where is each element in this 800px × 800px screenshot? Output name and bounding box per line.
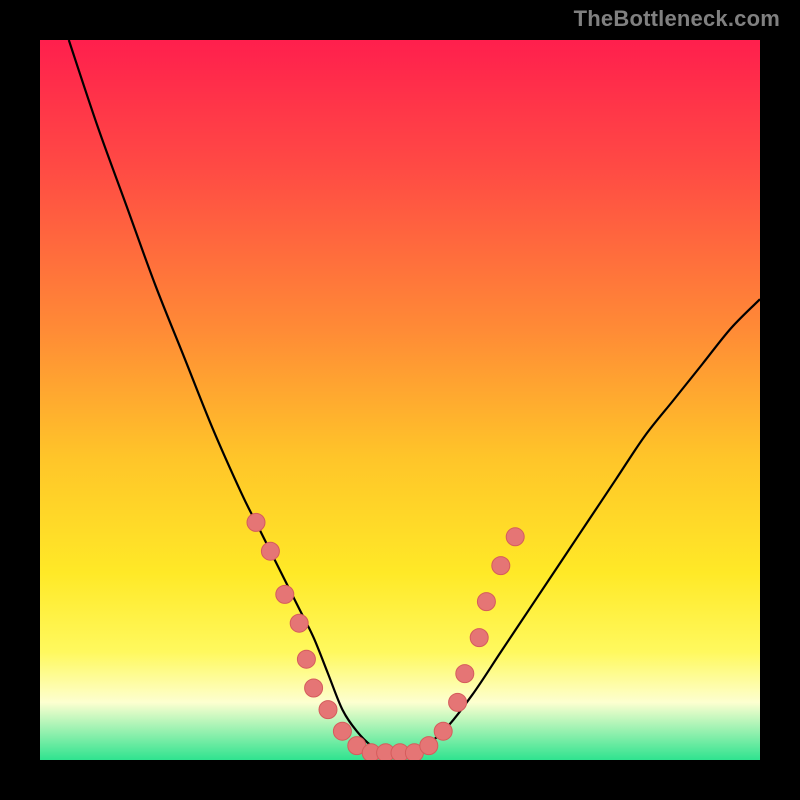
curve-marker xyxy=(434,722,452,740)
curve-marker xyxy=(319,701,337,719)
curve-marker xyxy=(305,679,323,697)
curve-marker xyxy=(477,593,495,611)
curve-marker xyxy=(276,585,294,603)
curve-marker xyxy=(333,722,351,740)
chart-background-gradient xyxy=(40,40,760,760)
bottleneck-chart xyxy=(40,40,760,760)
curve-marker xyxy=(449,693,467,711)
curve-marker xyxy=(470,629,488,647)
curve-marker xyxy=(297,650,315,668)
watermark-text: TheBottleneck.com xyxy=(574,6,780,32)
curve-marker xyxy=(247,513,265,531)
chart-frame: TheBottleneck.com xyxy=(0,0,800,800)
curve-marker xyxy=(506,528,524,546)
curve-marker xyxy=(456,665,474,683)
curve-marker xyxy=(261,542,279,560)
curve-marker xyxy=(290,614,308,632)
curve-marker xyxy=(492,557,510,575)
curve-marker xyxy=(420,737,438,755)
